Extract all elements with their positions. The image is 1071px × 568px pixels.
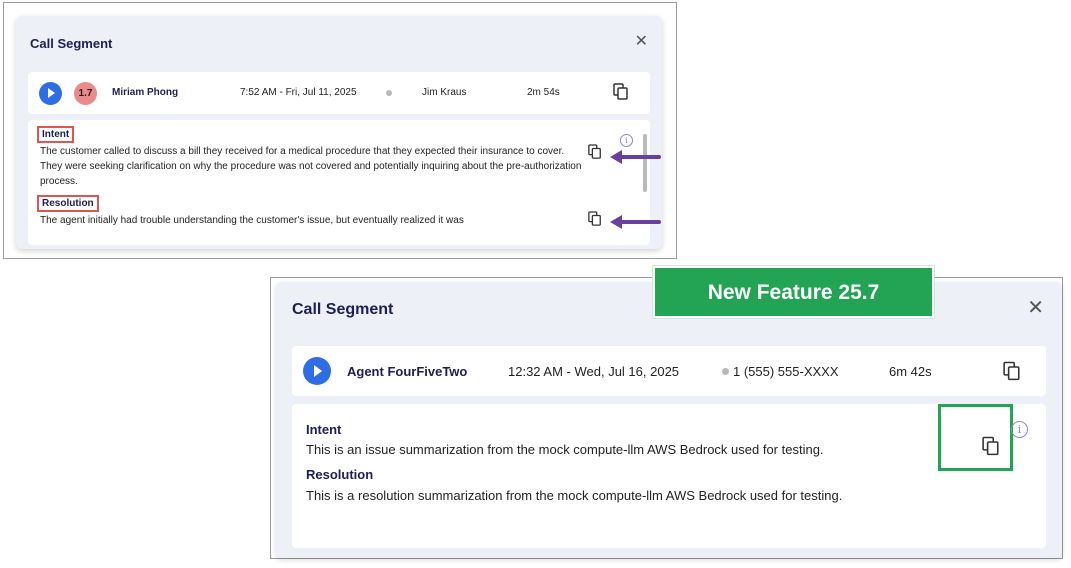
play-icon[interactable] [303,357,331,385]
intent-label: Intent [306,422,342,437]
info-icon[interactable]: i [620,134,633,147]
close-icon[interactable]: ✕ [635,34,648,50]
intent-label: Intent [37,126,75,143]
call-duration: 2m 54s [527,87,560,98]
resolution-label: Resolution [306,467,374,482]
separator-dot [722,368,729,375]
new-call-segment-panel: Call Segment ✕ Agent FourFiveTwo 12:32 A… [276,282,1062,558]
close-icon[interactable]: ✕ [1027,298,1044,318]
play-icon[interactable] [39,82,62,105]
new-feature-badge: New Feature 25.7 [653,266,934,318]
panel-title: Call Segment [30,36,113,51]
copy-icon[interactable] [982,436,1000,457]
summary-card: Intent This is an issue summarization fr… [292,404,1046,548]
old-call-segment-panel: Call Segment ✕ 1.7 Miriam Phong 7:52 AM … [16,16,662,249]
annotation-arrow-icon [610,150,661,164]
customer-phone: 1 (555) 555-XXXX [733,364,839,379]
agent-name: Miriam Phong [112,87,179,98]
score-badge: 1.7 [74,82,97,105]
copy-icon[interactable] [613,83,629,101]
call-segment-row: Agent FourFiveTwo 12:32 AM - Wed, Jul 16… [292,346,1046,396]
copy-icon[interactable] [1003,361,1021,382]
info-icon[interactable]: i [1011,421,1028,438]
annotation-arrow-icon [610,215,661,229]
agent-name: Agent FourFiveTwo [347,364,468,379]
intent-text: This is an issue summarization from the … [306,442,824,457]
customer-name: Jim Kraus [422,87,467,98]
intent-text: The customer called to discuss a bill th… [40,146,582,187]
call-datetime: 7:52 AM - Fri, Jul 11, 2025 [240,87,357,98]
annotation-highlight-box [938,404,1013,471]
call-duration: 6m 42s [889,364,932,379]
panel-title: Call Segment [292,301,394,318]
resolution-text: The agent initially had trouble understa… [40,215,464,226]
call-segment-row: 1.7 Miriam Phong 7:52 AM - Fri, Jul 11, … [28,72,650,114]
call-datetime: 12:32 AM - Wed, Jul 16, 2025 [508,364,680,379]
separator-dot [386,90,392,96]
copy-icon[interactable] [588,211,602,227]
summary-card: Intent The customer called to discuss a … [28,120,650,245]
resolution-text: This is a resolution summarization from … [306,488,843,503]
resolution-label: Resolution [37,195,99,212]
copy-icon[interactable] [588,144,602,160]
